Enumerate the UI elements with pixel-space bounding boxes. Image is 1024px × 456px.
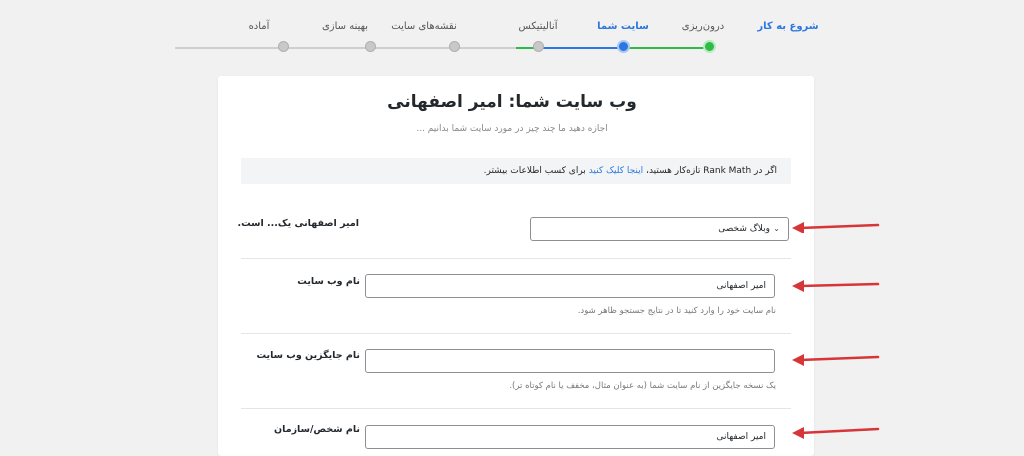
red-arrow-icon [792,280,880,292]
step-dot-analytics[interactable] [533,41,544,52]
step-dot-import[interactable] [703,40,716,53]
divider [241,258,791,259]
red-arrow-icon [792,427,880,439]
page-title: وب سایت شما: امیر اصفهانی [387,92,637,112]
red-arrow-icon [792,222,880,233]
step-label-sitemaps[interactable]: نقشه‌های سایت [391,21,456,32]
step-label-optimization[interactable]: بهینه سازی [322,21,368,32]
alt-name-input[interactable] [365,349,775,373]
chevron-down-icon: ⌄ [773,224,780,233]
person-org-input[interactable] [365,425,775,449]
site-name-hint: نام سایت خود را وارد کنید تا در نتایج جس… [577,306,776,316]
step-line-gray-left [175,47,539,49]
site-type-select[interactable]: ⌄ وبلاگ شخصی [530,217,789,241]
step-label-start[interactable]: شروع به کار [757,21,818,32]
divider [241,333,791,334]
site-name-input[interactable] [365,274,775,298]
notice-suffix: برای کسب اطلاعات بیشتر. [483,166,586,176]
info-notice: اگر در Rank Math تازه‌کار هستید، اینجا ک… [241,158,791,184]
page-subtitle: اجازه دهید ما چند چیز در مورد سایت شما ب… [416,124,608,134]
step-dot-optimization[interactable] [365,41,376,52]
step-line-blue [540,47,624,49]
site-name-label: نام وب سایت [297,276,360,287]
step-label-your-site[interactable]: سایت شما [597,21,649,32]
site-type-label: امیر اصفهانی یک... است. [237,218,359,229]
step-dot-sitemaps[interactable] [449,41,460,52]
notice-prefix: اگر در Rank Math تازه‌کار هستید، [646,166,777,176]
notice-link[interactable]: اینجا کلیک کنید [589,166,643,176]
step-label-analytics[interactable]: آنالیتیکس [519,21,558,32]
alt-name-label: نام جایگزین وب سایت [256,350,360,361]
person-org-label: نام شخص/سازمان [274,424,360,435]
site-type-selected: وبلاگ شخصی [718,224,770,234]
alt-name-hint: یک نسخه جایگزین از نام سایت شما (به عنوا… [509,381,776,391]
setup-steps: شروع به کار درون‌ریزی سایت شما آنالیتیکس… [0,0,1024,60]
step-line-green-2 [624,47,710,49]
step-label-ready[interactable]: آماده [249,21,270,32]
step-dot-ready[interactable] [278,41,289,52]
step-label-import[interactable]: درون‌ریزی [682,21,724,32]
step-dot-your-site[interactable] [617,40,630,53]
red-arrow-icon [792,354,880,366]
divider [241,408,791,409]
